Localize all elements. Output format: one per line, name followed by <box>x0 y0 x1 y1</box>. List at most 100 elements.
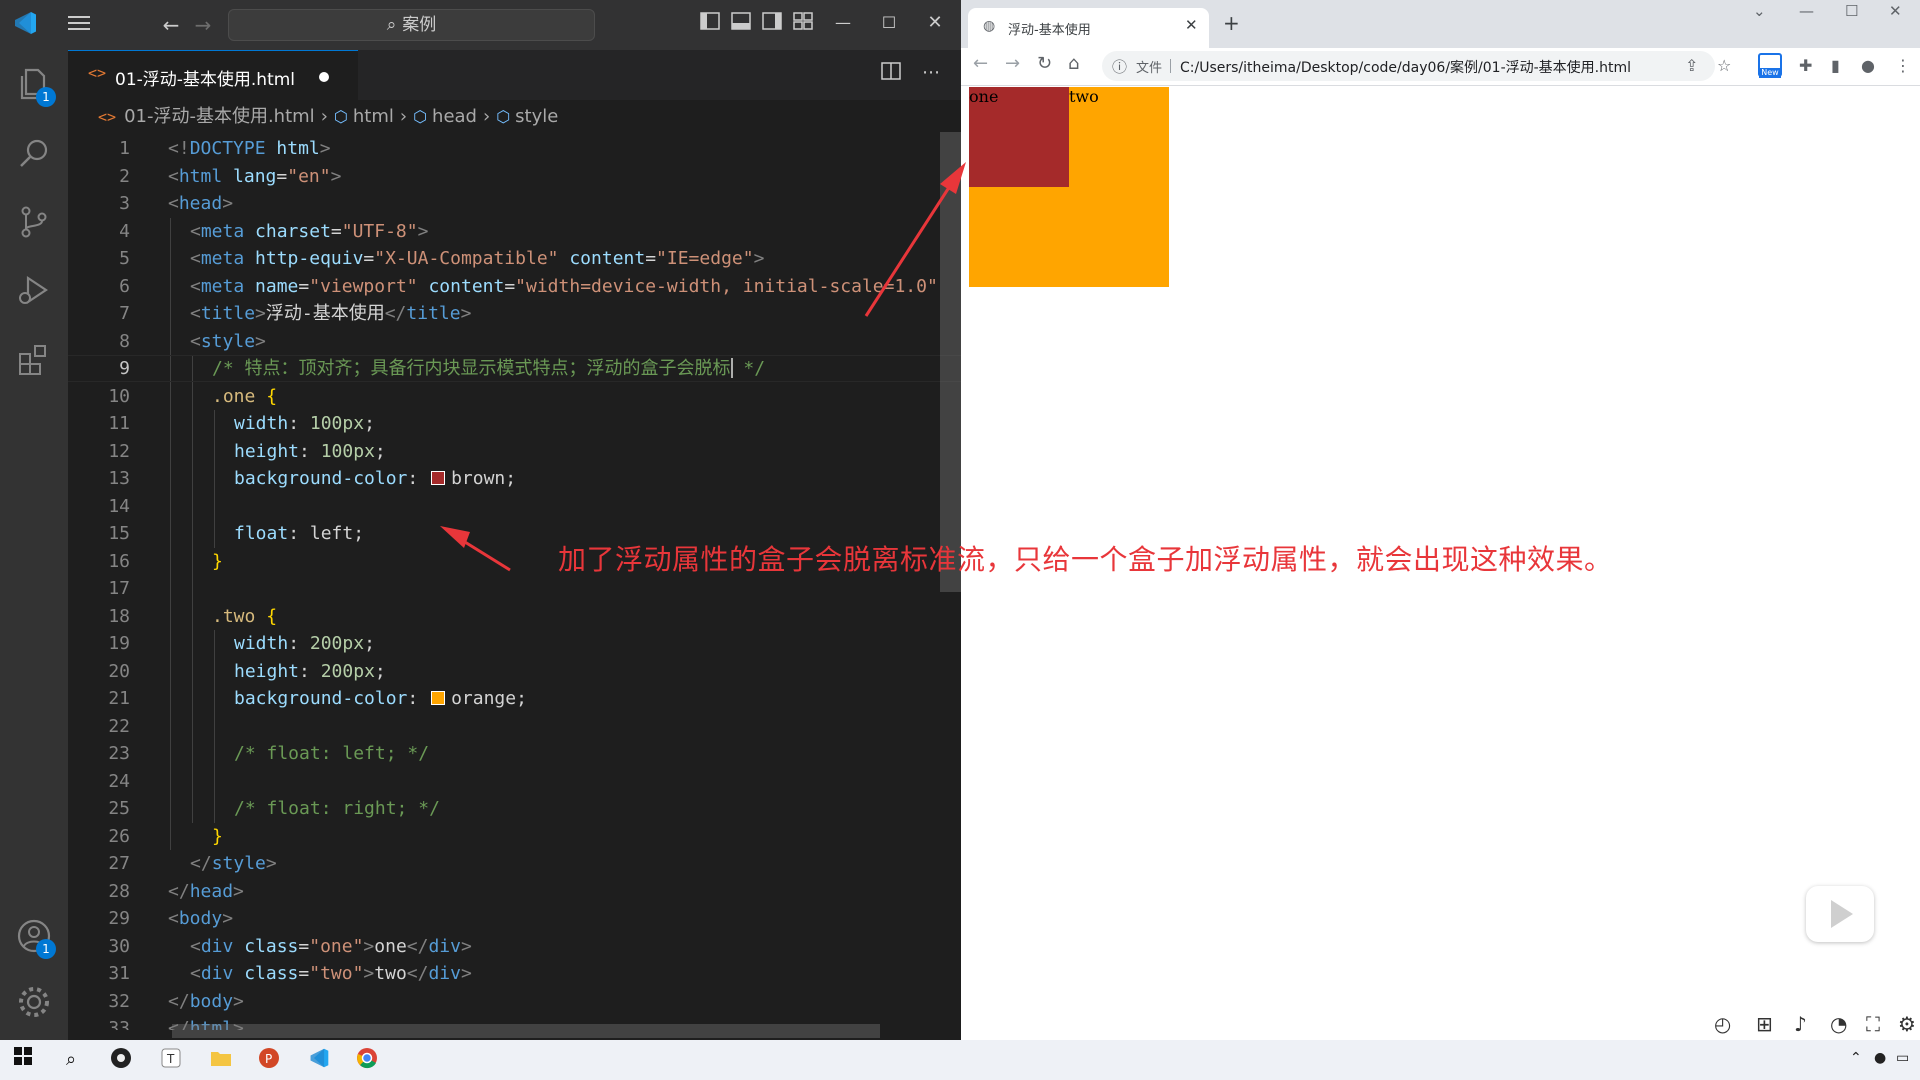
customize-layout-icon[interactable] <box>790 10 816 40</box>
new-extension-icon[interactable]: New <box>1758 53 1782 78</box>
code-line[interactable]: 12 height: 100px; <box>68 438 961 465</box>
home-icon[interactable]: ⌂ <box>1068 53 1079 74</box>
browser-tab-title: 浮动-基本使用 <box>1008 23 1091 38</box>
layout-secondary-icon[interactable] <box>759 10 785 40</box>
unsaved-dot-icon[interactable] <box>319 72 329 82</box>
breadcrumb-html[interactable]: html <box>353 102 394 132</box>
settings-gear-icon[interactable] <box>14 982 54 1022</box>
code-line[interactable]: 5 <meta http-equiv="X-UA-Compatible" cont… <box>68 245 961 272</box>
tray-chevron-icon[interactable]: ⌃ <box>1850 1050 1862 1066</box>
breadcrumb-style[interactable]: style <box>515 102 558 132</box>
search-view-icon[interactable] <box>14 134 54 174</box>
code-line[interactable]: 21 background-color: orange; <box>68 685 961 712</box>
explorer-folder-icon[interactable] <box>208 1047 234 1073</box>
code-line[interactable]: 3 <head> <box>68 190 961 217</box>
maximize-icon[interactable]: ☐ <box>876 8 902 38</box>
back-icon[interactable]: ← <box>973 53 988 74</box>
code-editor[interactable]: 1 <!DOCTYPE html> 2 <html lang="en"> 3 <head>… <box>68 132 961 1030</box>
windows-start-icon[interactable] <box>10 1047 36 1073</box>
breadcrumb-file[interactable]: 01-浮动-基本使用.html <box>124 102 315 132</box>
breadcrumb-head[interactable]: head <box>432 102 477 132</box>
code-line[interactable]: 18 .two { <box>68 603 961 630</box>
minimize-icon[interactable]: — <box>1799 2 1814 20</box>
code-line[interactable]: 28 </head> <box>68 878 961 905</box>
code-text: <div class="two">two</div> <box>190 960 472 987</box>
code-line[interactable]: 4 <meta charset="UTF-8"> <box>68 218 961 245</box>
layout-panel-icon[interactable] <box>728 10 754 40</box>
code-line[interactable]: 10 .one { <box>68 383 961 410</box>
code-line[interactable]: 19 width: 200px; <box>68 630 961 657</box>
code-line[interactable]: 26} <box>68 823 961 850</box>
puzzle-icon[interactable]: ✚ <box>1799 56 1812 75</box>
player-settings-icon[interactable]: ⚙ <box>1898 1012 1916 1036</box>
code-line[interactable]: 9 /* 特点：顶对齐；具备行内块显示模式特点；浮动的盒子会脱标 */ <box>68 355 961 382</box>
code-line[interactable]: 24 <box>68 768 961 795</box>
fullscreen-icon[interactable]: ⛶ <box>1866 1012 1880 1036</box>
color-swatch[interactable] <box>431 471 446 485</box>
layout-sidebar-icon[interactable] <box>697 10 723 40</box>
sidepanel-icon[interactable]: ▮ <box>1831 56 1840 75</box>
tab-search-chevron-icon[interactable]: ⌄ <box>1753 2 1766 20</box>
vscode-taskbar-icon[interactable] <box>306 1047 332 1073</box>
maximize-icon[interactable]: ☐ <box>1845 2 1858 20</box>
video-play-button[interactable] <box>1806 886 1874 942</box>
close-icon[interactable]: ✕ <box>922 8 948 38</box>
typora-icon[interactable]: T <box>158 1047 184 1073</box>
forward-icon[interactable]: → <box>1005 53 1020 74</box>
code-line[interactable]: 22 <box>68 713 961 740</box>
address-bar[interactable]: ⓘ 文件 C:/Users/itheima/Desktop/code/day06… <box>1102 51 1715 81</box>
code-token: = <box>504 275 516 297</box>
code-line[interactable]: 7 <title>浮动-基本使用</title> <box>68 300 961 327</box>
command-center-search[interactable]: ⌕ 案例 <box>228 9 595 41</box>
star-icon[interactable]: ☆ <box>1717 56 1731 75</box>
code-line[interactable]: 23 /* float: left; */ <box>68 740 961 767</box>
share-icon[interactable]: ⇪ <box>1685 56 1698 75</box>
code-line[interactable]: 2 <html lang="en"> <box>68 163 961 190</box>
volume-icon[interactable]: ♪ <box>1794 1012 1807 1036</box>
taskbar-search-icon[interactable]: ⌕ <box>58 1047 84 1073</box>
speed-icon[interactable]: ◴ <box>1714 1012 1731 1036</box>
profile-icon[interactable]: ● <box>1861 56 1875 75</box>
more-actions-icon[interactable]: ⋯ <box>916 58 946 88</box>
code-line[interactable]: 11 width: 100px; <box>68 410 961 437</box>
browser-tab[interactable]: ◍ 浮动-基本使用 ✕ <box>968 8 1209 48</box>
subtitle-icon[interactable]: ⊞ <box>1756 1012 1773 1036</box>
tray-app-icon[interactable]: ● <box>1874 1050 1886 1066</box>
tab-close-icon[interactable]: ✕ <box>1185 16 1198 34</box>
powerpoint-icon[interactable]: P <box>256 1047 282 1073</box>
vertical-scrollbar[interactable] <box>940 132 961 592</box>
color-swatch[interactable] <box>431 691 446 705</box>
editor-tab-active[interactable]: <> 01-浮动-基本使用.html <box>68 50 358 100</box>
obs-icon[interactable] <box>108 1047 134 1073</box>
code-line[interactable]: 20 height: 200px; <box>68 658 961 685</box>
quality-icon[interactable]: ◔ <box>1830 1012 1847 1036</box>
code-line[interactable]: 32 </body> <box>68 988 961 1015</box>
code-line[interactable]: 14 <box>68 493 961 520</box>
close-icon[interactable]: ✕ <box>1889 2 1902 20</box>
new-tab-icon[interactable]: + <box>1223 11 1240 35</box>
code-line[interactable]: 30 <div class="one">one</div> <box>68 933 961 960</box>
split-editor-icon[interactable] <box>878 60 904 90</box>
code-line[interactable]: 8 <style> <box>68 328 961 355</box>
code-line[interactable]: 17 <box>68 575 961 602</box>
info-icon[interactable]: ⓘ <box>1112 56 1127 77</box>
code-line[interactable]: 31 <div class="two">two</div> <box>68 960 961 987</box>
code-line[interactable]: 13 background-color: brown; <box>68 465 961 492</box>
reload-icon[interactable]: ↻ <box>1037 53 1052 74</box>
chrome-icon[interactable] <box>354 1047 380 1073</box>
code-line[interactable]: 27 </style> <box>68 850 961 877</box>
run-debug-icon[interactable] <box>14 270 54 310</box>
forward-icon[interactable]: → <box>188 10 218 40</box>
code-line[interactable]: 25 /* float: right; */ <box>68 795 961 822</box>
extensions-icon[interactable] <box>14 340 54 380</box>
horizontal-scrollbar[interactable] <box>172 1024 880 1038</box>
back-icon[interactable]: ← <box>156 10 186 40</box>
code-line[interactable]: 1 <!DOCTYPE html> <box>68 135 961 162</box>
tray-network-icon[interactable]: ▭ <box>1896 1050 1909 1066</box>
kebab-icon[interactable]: ⋮ <box>1895 56 1911 75</box>
minimize-icon[interactable]: — <box>830 8 856 38</box>
code-line[interactable]: 6 <meta name="viewport" content="width=de… <box>68 273 961 300</box>
source-control-icon[interactable] <box>14 202 54 242</box>
code-line[interactable]: 29 <body> <box>68 905 961 932</box>
menu-icon[interactable] <box>64 10 94 44</box>
